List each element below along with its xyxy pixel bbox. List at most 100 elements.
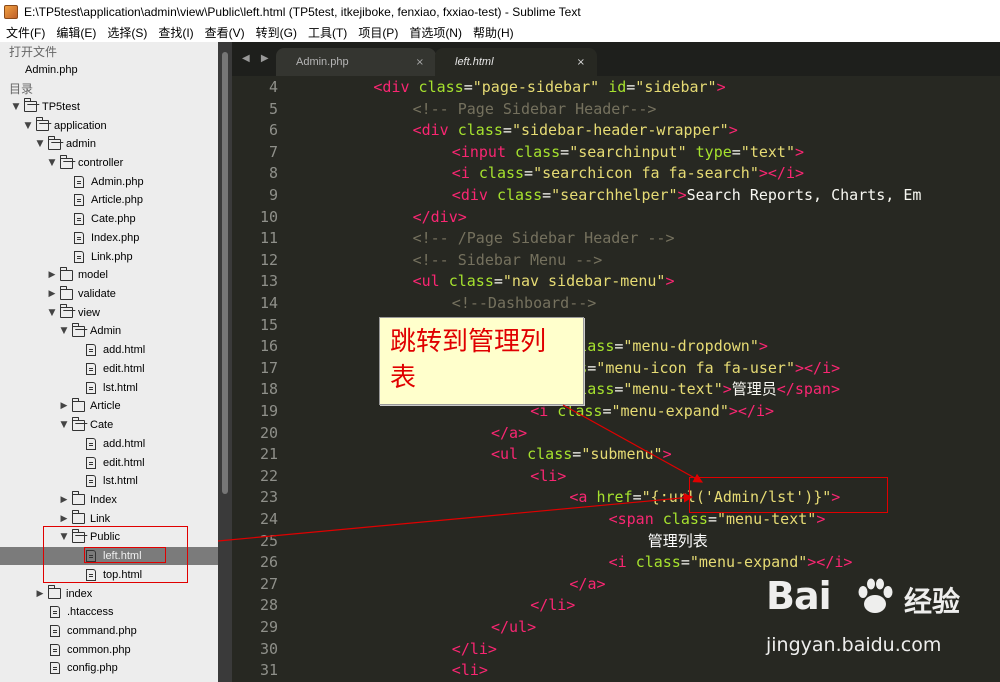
code-line[interactable]: <ul class="nav sidebar-menu"> (295, 271, 675, 293)
code-line[interactable]: <div class="sidebar-header-wrapper"> (295, 120, 738, 142)
expanded-arrow-icon[interactable]: ▼ (47, 308, 57, 318)
code-token: > (758, 337, 768, 356)
tree-file-item[interactable]: add.html (71, 434, 145, 453)
code-token: </a> (491, 423, 528, 442)
tree-folder-item[interactable]: ▶ model (47, 266, 108, 285)
menu-item[interactable]: 首选项(N) (403, 24, 467, 41)
sidebar-scrollbar[interactable] (218, 42, 232, 682)
tab-nav-arrows[interactable]: ◀ ▶ (242, 53, 273, 64)
code-line[interactable]: 管理列表 (295, 531, 708, 553)
sidebar-scrollbar-thumb[interactable] (222, 52, 228, 494)
expanded-arrow-icon[interactable]: ▼ (59, 420, 69, 430)
expanded-arrow-icon[interactable]: ▼ (35, 139, 45, 149)
tree-file-item[interactable]: Admin.php (59, 172, 144, 191)
menu-item[interactable]: 编辑(E) (50, 24, 101, 41)
code-token: > (677, 186, 687, 204)
close-icon[interactable]: × (577, 57, 585, 68)
menu-item[interactable]: 查找(I) (152, 24, 198, 41)
collapsed-arrow-icon[interactable]: ▶ (59, 495, 69, 505)
tree-file-item[interactable]: common.php (35, 640, 131, 659)
code-line[interactable]: </a> (295, 423, 527, 445)
code-token: = (493, 272, 503, 291)
tree-folder-item[interactable]: ▶ validate (47, 285, 116, 304)
code-line[interactable]: <div class="searchhelper">Search Reports… (295, 185, 922, 207)
code-line[interactable]: <li> (295, 466, 566, 488)
menu-item[interactable]: 文件(F) (0, 24, 50, 41)
tree-folder-item[interactable]: ▼ TP5test (11, 98, 80, 117)
code-token: = (572, 445, 582, 464)
code-line[interactable]: <!-- Sidebar Menu --> (295, 250, 603, 272)
tree-file-item[interactable]: edit.html (71, 360, 145, 379)
menu-bar: 文件(F) 编辑(E) 选择(S) 查找(I) 查看(V) 转到(G) 工具(T) 项目(P)… (0, 23, 1000, 42)
tree-folder-item[interactable]: ▼ view (47, 303, 100, 322)
tree-folder-item[interactable]: ▶ index (35, 584, 92, 603)
code-line[interactable]: <!-- Page Sidebar Header--> (295, 99, 657, 121)
menu-item[interactable]: 查看(V) (199, 24, 250, 41)
collapsed-arrow-icon[interactable]: ▶ (59, 514, 69, 524)
window-title: E:\TP5test\application\admin\view\Public… (24, 4, 581, 19)
code-line[interactable]: <i class="searchicon fa fa-search"></i> (295, 163, 804, 185)
expanded-arrow-icon[interactable]: ▼ (11, 102, 21, 112)
tree-file-item[interactable]: .htaccess (35, 603, 113, 622)
tree-folder-item[interactable]: ▼ admin (35, 135, 96, 154)
code-line[interactable]: <input class="searchinput" type="text"> (295, 142, 804, 164)
menu-item[interactable]: 转到(G) (250, 24, 302, 41)
tree-file-item[interactable]: add.html (71, 341, 145, 360)
menu-item[interactable]: 帮助(H) (467, 24, 519, 41)
close-icon[interactable]: × (416, 57, 424, 68)
code-line[interactable]: </li> (295, 639, 497, 661)
tree-item-label: common.php (67, 643, 131, 656)
code-line[interactable]: </div> (295, 207, 467, 229)
expanded-arrow-icon[interactable]: ▼ (47, 158, 57, 168)
code-line[interactable]: </a> (295, 574, 606, 596)
collapsed-arrow-icon[interactable]: ▶ (59, 401, 69, 411)
tree-item-label: view (78, 306, 101, 319)
file-icon (86, 344, 96, 357)
code-token: </span> (776, 380, 840, 399)
collapsed-arrow-icon[interactable]: ▶ (47, 289, 57, 299)
line-number: 12 (259, 250, 278, 269)
tree-file-item[interactable]: Article.php (59, 191, 143, 210)
tree-folder-item[interactable]: ▼ Admin (59, 322, 121, 341)
collapsed-arrow-icon[interactable]: ▶ (47, 270, 57, 280)
code-line[interactable]: <i class="menu-expand"></i> (295, 552, 853, 574)
tree-folder-item[interactable]: ▶ Article (59, 397, 121, 416)
code-line[interactable]: <!--Dashboard--> (295, 293, 597, 315)
expanded-arrow-icon[interactable]: ▼ (59, 326, 69, 336)
code-token: > (662, 445, 672, 464)
tree-folder-item[interactable]: ▼ controller (47, 154, 123, 173)
code-token: <!-- Sidebar Menu --> (412, 250, 603, 269)
tree-file-item[interactable]: edit.html (71, 453, 145, 472)
menu-item[interactable]: 工具(T) (302, 24, 352, 41)
menu-item[interactable]: 项目(P) (352, 24, 403, 41)
tree-file-item[interactable]: Index.php (59, 229, 139, 248)
tree-folder-item[interactable]: ▼ Cate (59, 416, 113, 435)
code-token: = (463, 78, 473, 96)
tree-file-item[interactable]: Cate.php (59, 210, 136, 229)
tree-file-item[interactable]: Link.php (59, 247, 133, 266)
open-file-admin-php[interactable]: Admin.php (25, 64, 78, 76)
code-token: <li> (530, 466, 567, 485)
menu-item[interactable]: 选择(S) (101, 24, 152, 41)
tree-folder-item[interactable]: ▶ Index (59, 491, 117, 510)
tab-admin-php[interactable]: Admin.php × (276, 48, 436, 76)
code-line[interactable]: </li> (295, 595, 575, 617)
tree-file-item[interactable]: config.php (35, 659, 118, 678)
code-line[interactable]: <ul class="submenu"> (295, 444, 672, 466)
tab-left-html[interactable]: left.html × (435, 48, 597, 76)
expanded-arrow-icon[interactable]: ▼ (23, 121, 33, 131)
tree-file-item[interactable]: lst.html (71, 378, 138, 397)
code-line[interactable]: <li> (295, 660, 488, 682)
code-line[interactable]: <!-- /Page Sidebar Header --> (295, 228, 675, 250)
line-number: 6 (268, 121, 278, 140)
code-token: </a> (569, 574, 606, 593)
tree-folder-item[interactable]: ▼ application (23, 116, 107, 135)
code-line[interactable]: <div class="page-sidebar" id="sidebar"> (295, 77, 725, 99)
watermark-jingyan: 经验 (904, 585, 961, 618)
collapsed-arrow-icon[interactable]: ▶ (35, 589, 45, 599)
code-line[interactable]: </ul> (295, 617, 536, 639)
tree-file-item[interactable]: command.php (35, 622, 137, 641)
code-token: <span (608, 510, 663, 528)
code-token: ></i> (758, 164, 805, 183)
tree-file-item[interactable]: lst.html (71, 472, 138, 491)
